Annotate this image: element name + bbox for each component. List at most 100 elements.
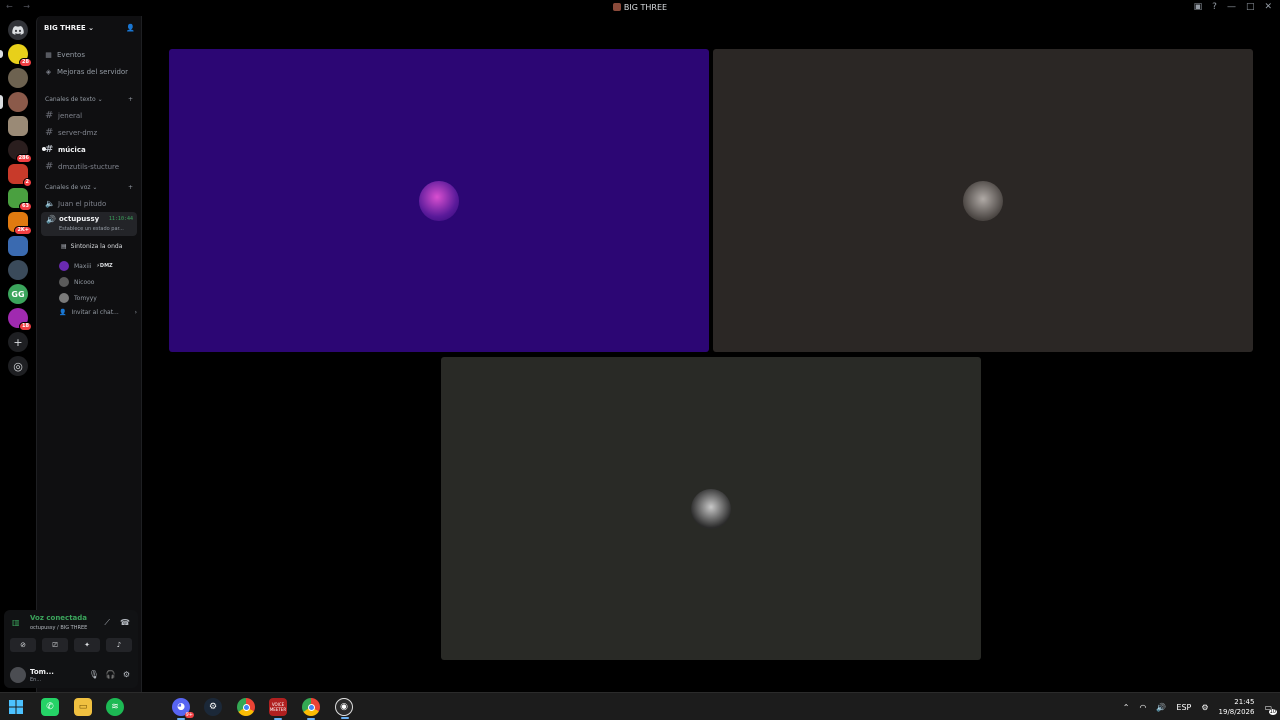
explore-icon[interactable]: ◎ xyxy=(8,356,28,376)
events-item[interactable]: ▦ Eventos xyxy=(45,49,85,61)
server-icon[interactable] xyxy=(8,260,28,280)
steam-icon[interactable]: ⚙ xyxy=(204,698,222,716)
add-channel-icon[interactable]: + xyxy=(128,96,133,103)
signal-icon: ▥ xyxy=(12,618,20,627)
add-user-icon: 👤 xyxy=(59,309,67,316)
avatar xyxy=(59,277,69,287)
category-voice[interactable]: Canales de voz ⌄ + xyxy=(45,184,133,191)
boost-item[interactable]: ◈ Mejoras del servidor xyxy=(45,66,128,78)
add-server-icon[interactable]: + xyxy=(8,332,28,352)
gear-icon[interactable]: ⚙ xyxy=(123,670,130,679)
channel-sidebar: BIG THREE ⌄ 👤 ▦ Eventos ◈ Mejoras del serv… xyxy=(36,16,142,692)
network-icon[interactable]: ◠ xyxy=(1139,703,1146,712)
settings-icon[interactable]: ⚙ xyxy=(1201,703,1208,712)
avatar xyxy=(419,180,459,221)
channel-item[interactable]: # server-dmz xyxy=(45,126,137,139)
server-icon[interactable]: 2K+ xyxy=(8,212,32,235)
add-channel-icon[interactable]: + xyxy=(128,184,133,191)
avatar xyxy=(963,180,1003,221)
title-bar: ← → BIG THREE ▣ ? — □ ✕ xyxy=(0,0,1280,16)
system-tray: ⌃ ◠ 🔊 ESP ⚙ 21:45 19/8/2026 ▭ 10 xyxy=(1123,697,1277,717)
discord-home-icon[interactable] xyxy=(8,20,28,40)
channel-item[interactable]: # jeneral xyxy=(45,109,137,122)
window-title: BIG THREE xyxy=(0,3,1280,12)
soundboard-icon: ♪ xyxy=(116,641,122,649)
server-icon[interactable]: 28 xyxy=(0,44,32,67)
avatar xyxy=(59,261,69,271)
voice-member[interactable]: Nicooo xyxy=(59,277,94,287)
server-header[interactable]: BIG THREE ⌄ 👤 xyxy=(44,22,135,34)
active-voice-channel[interactable]: 🔊 octupussy 11:10:44 Establece un estado… xyxy=(41,212,137,236)
minimize-button[interactable]: — xyxy=(1227,2,1236,12)
server-icon[interactable]: 18 xyxy=(8,308,32,331)
avatar xyxy=(691,488,731,529)
voice-channel-item[interactable]: 🔈 Juan el pitudo xyxy=(45,197,137,210)
close-button[interactable]: ✕ xyxy=(1264,2,1272,12)
server-icon[interactable]: 63 xyxy=(8,188,32,211)
server-icon[interactable]: 286 xyxy=(8,140,32,163)
unread-indicator xyxy=(42,147,46,151)
unread-indicator xyxy=(0,50,3,58)
inbox-icon[interactable]: ▣ xyxy=(1194,2,1203,12)
add-member-icon[interactable]: 👤 xyxy=(126,24,135,32)
video-tile[interactable] xyxy=(169,49,709,352)
speaker-icon: 🔈 xyxy=(45,199,55,208)
channel-item[interactable]: # dmzutils-stucture xyxy=(45,160,137,173)
activities-button[interactable]: ✦ xyxy=(74,638,100,652)
hashtag-icon: # xyxy=(45,110,54,121)
video-tile[interactable] xyxy=(441,357,981,660)
headphones-icon[interactable]: 🎧 xyxy=(106,670,116,679)
chevron-up-icon[interactable]: ⌃ xyxy=(1123,703,1130,712)
file-explorer-icon[interactable]: ▭ xyxy=(74,698,92,716)
whatsapp-icon[interactable]: ✆ xyxy=(41,698,59,716)
server-icon[interactable]: 2 xyxy=(8,164,32,187)
maximize-button[interactable]: □ xyxy=(1246,2,1255,12)
voicemeeter-icon[interactable]: VOICE MEETER xyxy=(269,698,287,720)
server-icon[interactable] xyxy=(8,116,28,136)
language-indicator[interactable]: ESP xyxy=(1176,703,1191,712)
camera-button[interactable]: ⊘ xyxy=(10,638,36,652)
disconnect-icon[interactable]: ☎ xyxy=(120,618,130,628)
volume-icon[interactable]: 🔊 xyxy=(1156,703,1166,712)
hashtag-icon: # xyxy=(45,161,54,172)
voice-member[interactable]: Maxiii ⚡DMZ xyxy=(59,261,113,271)
voice-stage xyxy=(142,16,1280,692)
avatar xyxy=(59,293,69,303)
taskbar: ✆ ▭ ≋ ◕ 9+ ⚙ VOICE MEETER ◉ ⌃ ◠ 🔊 ESP ⚙ 2… xyxy=(0,692,1280,720)
user-area: Tom... En... 🎙 🎧 ⚙ xyxy=(4,664,138,686)
activity-item[interactable]: ▤ Sintoniza la onda xyxy=(61,243,122,250)
server-logo-icon xyxy=(612,3,621,11)
screen-share-icon: ⎚ xyxy=(52,640,58,649)
windows-start-icon[interactable] xyxy=(7,698,25,716)
channel-item[interactable]: # múcica xyxy=(42,143,137,156)
server-icon[interactable]: GG xyxy=(8,284,28,304)
window-controls: ▣ ? — □ ✕ xyxy=(1194,2,1272,12)
clock[interactable]: 21:45 19/8/2026 xyxy=(1219,697,1255,717)
chevron-down-icon: ⌄ xyxy=(88,24,95,32)
invite-to-chat[interactable]: 👤 Invitar al chat... › xyxy=(59,309,137,316)
noise-suppression-icon[interactable]: ⟋ xyxy=(104,618,110,628)
chevron-right-icon: › xyxy=(134,309,137,316)
server-list: 28 286 2 63 2K+ GG 18 + ◎ xyxy=(0,16,36,692)
category-text[interactable]: Canales de texto ⌄ + xyxy=(45,96,133,103)
help-icon[interactable]: ? xyxy=(1212,2,1217,12)
avatar[interactable] xyxy=(10,667,26,683)
microphone-icon[interactable]: 🎙 xyxy=(89,670,99,679)
notifications-icon[interactable]: ▭ 10 xyxy=(1264,703,1277,715)
chrome-icon[interactable] xyxy=(237,698,255,716)
soundboard-button[interactable]: ♪ xyxy=(106,638,132,652)
selected-indicator xyxy=(0,95,3,109)
spotify-icon[interactable]: ≋ xyxy=(106,698,124,716)
discord-icon[interactable]: ◕ 9+ xyxy=(172,698,194,720)
video-tile[interactable] xyxy=(713,49,1253,352)
screen-share-button[interactable]: ⎚ xyxy=(42,638,68,652)
voice-user-panel: ▥ Voz conectada octupussy / BIG THREE ⟋ … xyxy=(4,610,138,688)
voice-member[interactable]: Tomyyy xyxy=(59,293,97,303)
server-icon[interactable] xyxy=(8,236,28,256)
chrome-icon[interactable] xyxy=(302,698,320,720)
server-icon[interactable] xyxy=(0,92,28,112)
voice-controls: ⟋ ☎ xyxy=(104,618,130,628)
obs-icon[interactable]: ◉ xyxy=(335,698,353,719)
voice-action-buttons: ⊘ ⎚ ✦ ♪ xyxy=(10,638,132,652)
server-icon[interactable] xyxy=(8,68,28,88)
